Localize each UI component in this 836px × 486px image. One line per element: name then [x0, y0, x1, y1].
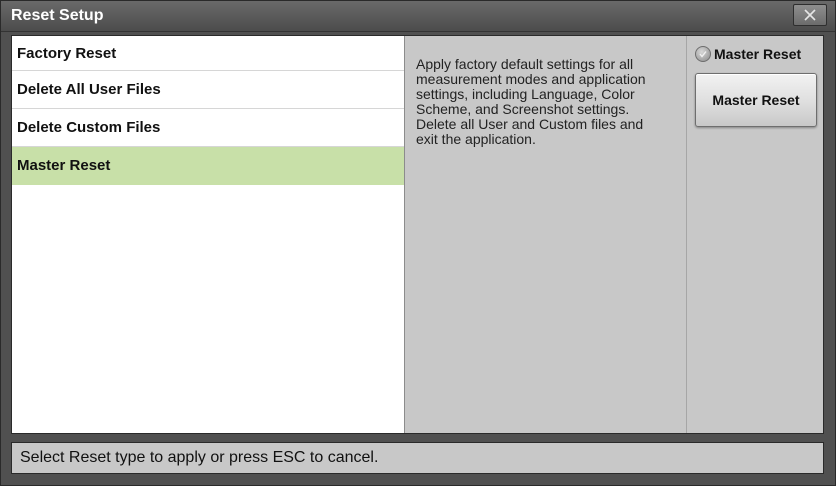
list-item-label: Delete All User Files	[17, 81, 161, 98]
reset-description: Apply factory default settings for all m…	[416, 56, 646, 147]
master-reset-button[interactable]: Master Reset	[695, 73, 817, 127]
dialog-content: Factory Reset Delete All User Files Dele…	[11, 35, 824, 434]
list-item-delete-custom-files[interactable]: Delete Custom Files	[12, 109, 404, 147]
reset-type-list: Factory Reset Delete All User Files Dele…	[12, 36, 405, 433]
list-item-delete-all-user-files[interactable]: Delete All User Files	[12, 71, 404, 109]
list-item-label: Factory Reset	[17, 45, 117, 62]
status-text: Select Reset type to apply or press ESC …	[20, 449, 379, 466]
status-bar: Select Reset type to apply or press ESC …	[11, 442, 824, 474]
close-icon	[804, 9, 816, 21]
list-item-master-reset[interactable]: Master Reset	[12, 147, 404, 185]
title-bar: Reset Setup	[1, 1, 835, 32]
action-panel: Master Reset Master Reset	[686, 36, 824, 433]
list-item-label: Master Reset	[17, 157, 111, 174]
list-item-factory-reset[interactable]: Factory Reset	[12, 36, 404, 71]
list-item-label: Delete Custom Files	[17, 119, 161, 136]
master-reset-radio[interactable]: Master Reset	[695, 46, 801, 62]
close-button[interactable]	[793, 4, 827, 26]
radio-check-icon	[695, 46, 711, 62]
dialog-title: Reset Setup	[11, 7, 104, 24]
reset-setup-dialog: Reset Setup Factory Reset Delete All Use…	[0, 0, 836, 486]
radio-label: Master Reset	[714, 46, 802, 62]
